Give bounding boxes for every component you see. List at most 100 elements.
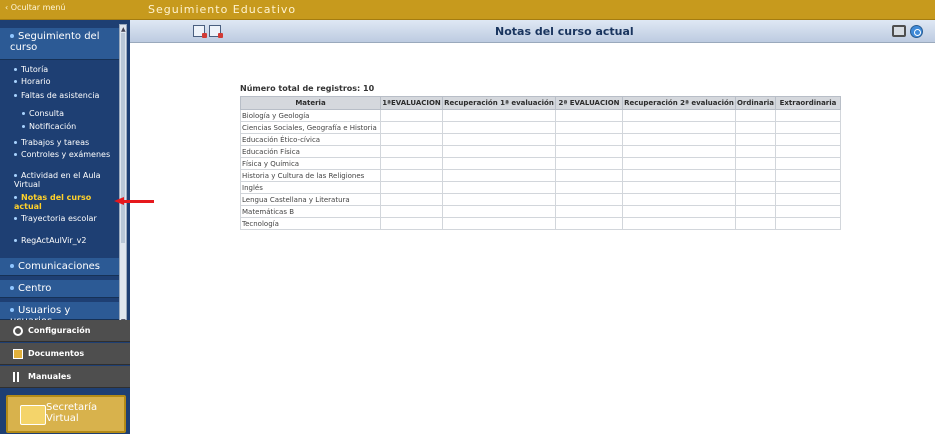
bullet-icon bbox=[14, 196, 17, 199]
sidebar-item-aula-virtual[interactable]: Actividad en el Aula Virtual bbox=[14, 171, 118, 189]
grade-cell bbox=[622, 217, 736, 230]
grade-cell bbox=[735, 133, 776, 146]
grade-cell bbox=[555, 205, 623, 218]
table-row: Inglés bbox=[240, 181, 841, 194]
subject-cell: Historia y Cultura de las Religiones bbox=[240, 169, 381, 182]
sidebar-section-comunicaciones[interactable]: Comunicaciones bbox=[0, 258, 120, 276]
scroll-up-icon[interactable]: ▲ bbox=[121, 26, 126, 33]
sidebar-item-trabajos[interactable]: Trabajos y tareas bbox=[14, 138, 118, 147]
grade-cell bbox=[442, 133, 556, 146]
table-row: Matemáticas B bbox=[240, 205, 841, 218]
sidebar-item-horario[interactable]: Horario bbox=[14, 77, 118, 86]
bullet-icon bbox=[14, 141, 17, 144]
secretaria-label: Secretaría Virtual bbox=[46, 402, 98, 424]
grade-cell bbox=[735, 157, 776, 170]
refresh-icon[interactable] bbox=[910, 25, 923, 38]
export-icon[interactable] bbox=[193, 25, 207, 38]
section-label: Centro bbox=[18, 283, 52, 294]
grade-cell bbox=[775, 157, 841, 170]
grade-cell bbox=[380, 145, 443, 158]
hide-menu-link[interactable]: ‹ Ocultar menú bbox=[5, 3, 65, 12]
grade-cell bbox=[622, 193, 736, 206]
bullet-icon bbox=[14, 153, 17, 156]
scroll-thumb[interactable] bbox=[121, 33, 125, 243]
column-header-extraordinaria: Extraordinaria bbox=[775, 96, 841, 110]
top-bar: ‹ Ocultar menú Seguimiento Educativo bbox=[0, 0, 935, 20]
column-header-recuperacion-1: Recuperación 1ª evaluación bbox=[442, 96, 556, 110]
table-header-row: Materia 1ªEVALUACION Recuperación 1ª eva… bbox=[240, 96, 841, 110]
bullet-icon bbox=[14, 68, 17, 71]
table-row: Lengua Castellana y Literatura bbox=[240, 193, 841, 206]
grade-cell bbox=[775, 121, 841, 134]
column-header-materia: Materia bbox=[240, 96, 381, 110]
grade-cell bbox=[442, 109, 556, 122]
section-bullet-icon bbox=[10, 308, 14, 312]
sidebar-section-usuarios[interactable]: Usuarios y usuarios bbox=[0, 302, 120, 327]
grade-cell bbox=[735, 121, 776, 134]
print-icon[interactable] bbox=[892, 25, 906, 37]
grade-cell bbox=[735, 217, 776, 230]
section-label: Comunicaciones bbox=[18, 261, 101, 272]
grade-cell bbox=[622, 145, 736, 158]
bullet-icon bbox=[14, 217, 17, 220]
app-window: ‹ Ocultar menú Seguimiento Educativo Seg… bbox=[0, 0, 935, 434]
bullet-icon bbox=[14, 239, 17, 242]
sidebar-item-controles[interactable]: Controles y exámenes bbox=[14, 150, 118, 159]
grade-cell bbox=[622, 205, 736, 218]
grade-cell bbox=[622, 181, 736, 194]
folder-icon bbox=[20, 405, 46, 425]
sidebar-item-trayectoria[interactable]: Trayectoria escolar bbox=[14, 214, 118, 223]
sidebar-item-notas-curso-actual[interactable]: Notas del curso actual bbox=[14, 193, 118, 211]
grade-cell bbox=[735, 181, 776, 194]
table-row: Biología y Geología bbox=[240, 109, 841, 122]
sidebar-item-label: Faltas de asistencia bbox=[21, 91, 100, 100]
sidebar-section-centro[interactable]: Centro bbox=[0, 280, 120, 298]
documentos-solicitados-link[interactable]: Documentos solicitados bbox=[0, 343, 130, 380]
grade-cell bbox=[735, 145, 776, 158]
grade-cell bbox=[380, 169, 443, 182]
grade-cell bbox=[555, 181, 623, 194]
arrow-head-icon bbox=[114, 197, 124, 205]
grade-cell bbox=[622, 157, 736, 170]
subject-cell: Educación Física bbox=[240, 145, 381, 158]
grade-cell bbox=[380, 121, 443, 134]
sidebar-item-regact[interactable]: RegActAulVir_v2 bbox=[14, 236, 118, 245]
secretaria-virtual-button[interactable]: Secretaría Virtual bbox=[6, 395, 126, 433]
sidebar-item-label: Actividad en el Aula Virtual bbox=[14, 171, 101, 189]
subject-cell: Educación Ético-cívica bbox=[240, 133, 381, 146]
bullet-icon bbox=[14, 80, 17, 83]
sidebar-item-tutoria[interactable]: Tutoría bbox=[14, 65, 118, 74]
subject-cell: Lengua Castellana y Literatura bbox=[240, 193, 381, 206]
section-bullet-icon bbox=[10, 286, 14, 290]
sidebar-item-notificacion[interactable]: Notificación bbox=[22, 122, 126, 131]
configuracion-link[interactable]: Configuración bbox=[0, 320, 130, 342]
grade-cell bbox=[380, 109, 443, 122]
grade-cell bbox=[380, 181, 443, 194]
sidebar-item-faltas[interactable]: Faltas de asistencia bbox=[14, 91, 118, 100]
record-count: Número total de registros: 10 bbox=[240, 84, 375, 93]
grade-cell bbox=[735, 109, 776, 122]
manuales-link[interactable]: Manuales bbox=[0, 366, 130, 388]
grade-cell bbox=[555, 133, 623, 146]
grade-cell bbox=[442, 181, 556, 194]
subject-cell: Biología y Geología bbox=[240, 109, 381, 122]
subject-cell: Inglés bbox=[240, 181, 381, 194]
sidebar-section-current[interactable]: Seguimiento del curso bbox=[0, 28, 120, 60]
sidebar-item-label: Consulta bbox=[29, 109, 65, 118]
column-header-2a-evaluacion: 2ª EVALUACION bbox=[555, 96, 623, 110]
grade-cell bbox=[555, 157, 623, 170]
grade-cell bbox=[442, 205, 556, 218]
sidebar-scrollbar[interactable]: ▲ ▼ bbox=[119, 24, 127, 325]
tool-label: Configuración bbox=[28, 326, 91, 335]
column-header-1a-evaluacion: 1ªEVALUACION bbox=[380, 96, 443, 110]
table-row: Educación Física bbox=[240, 145, 841, 158]
grade-cell bbox=[775, 109, 841, 122]
manuals-icon bbox=[13, 372, 23, 382]
report-icon[interactable] bbox=[209, 25, 223, 38]
sidebar-menu: Seguimiento del curso Tutoría Horario Fa… bbox=[0, 20, 130, 327]
arrow-line bbox=[124, 200, 154, 203]
grade-cell bbox=[735, 205, 776, 218]
sidebar-item-consulta[interactable]: Consulta bbox=[22, 109, 126, 118]
sidebar-item-label: Notas del curso actual bbox=[14, 193, 92, 211]
sidebar-item-label: Trabajos y tareas bbox=[21, 138, 90, 147]
